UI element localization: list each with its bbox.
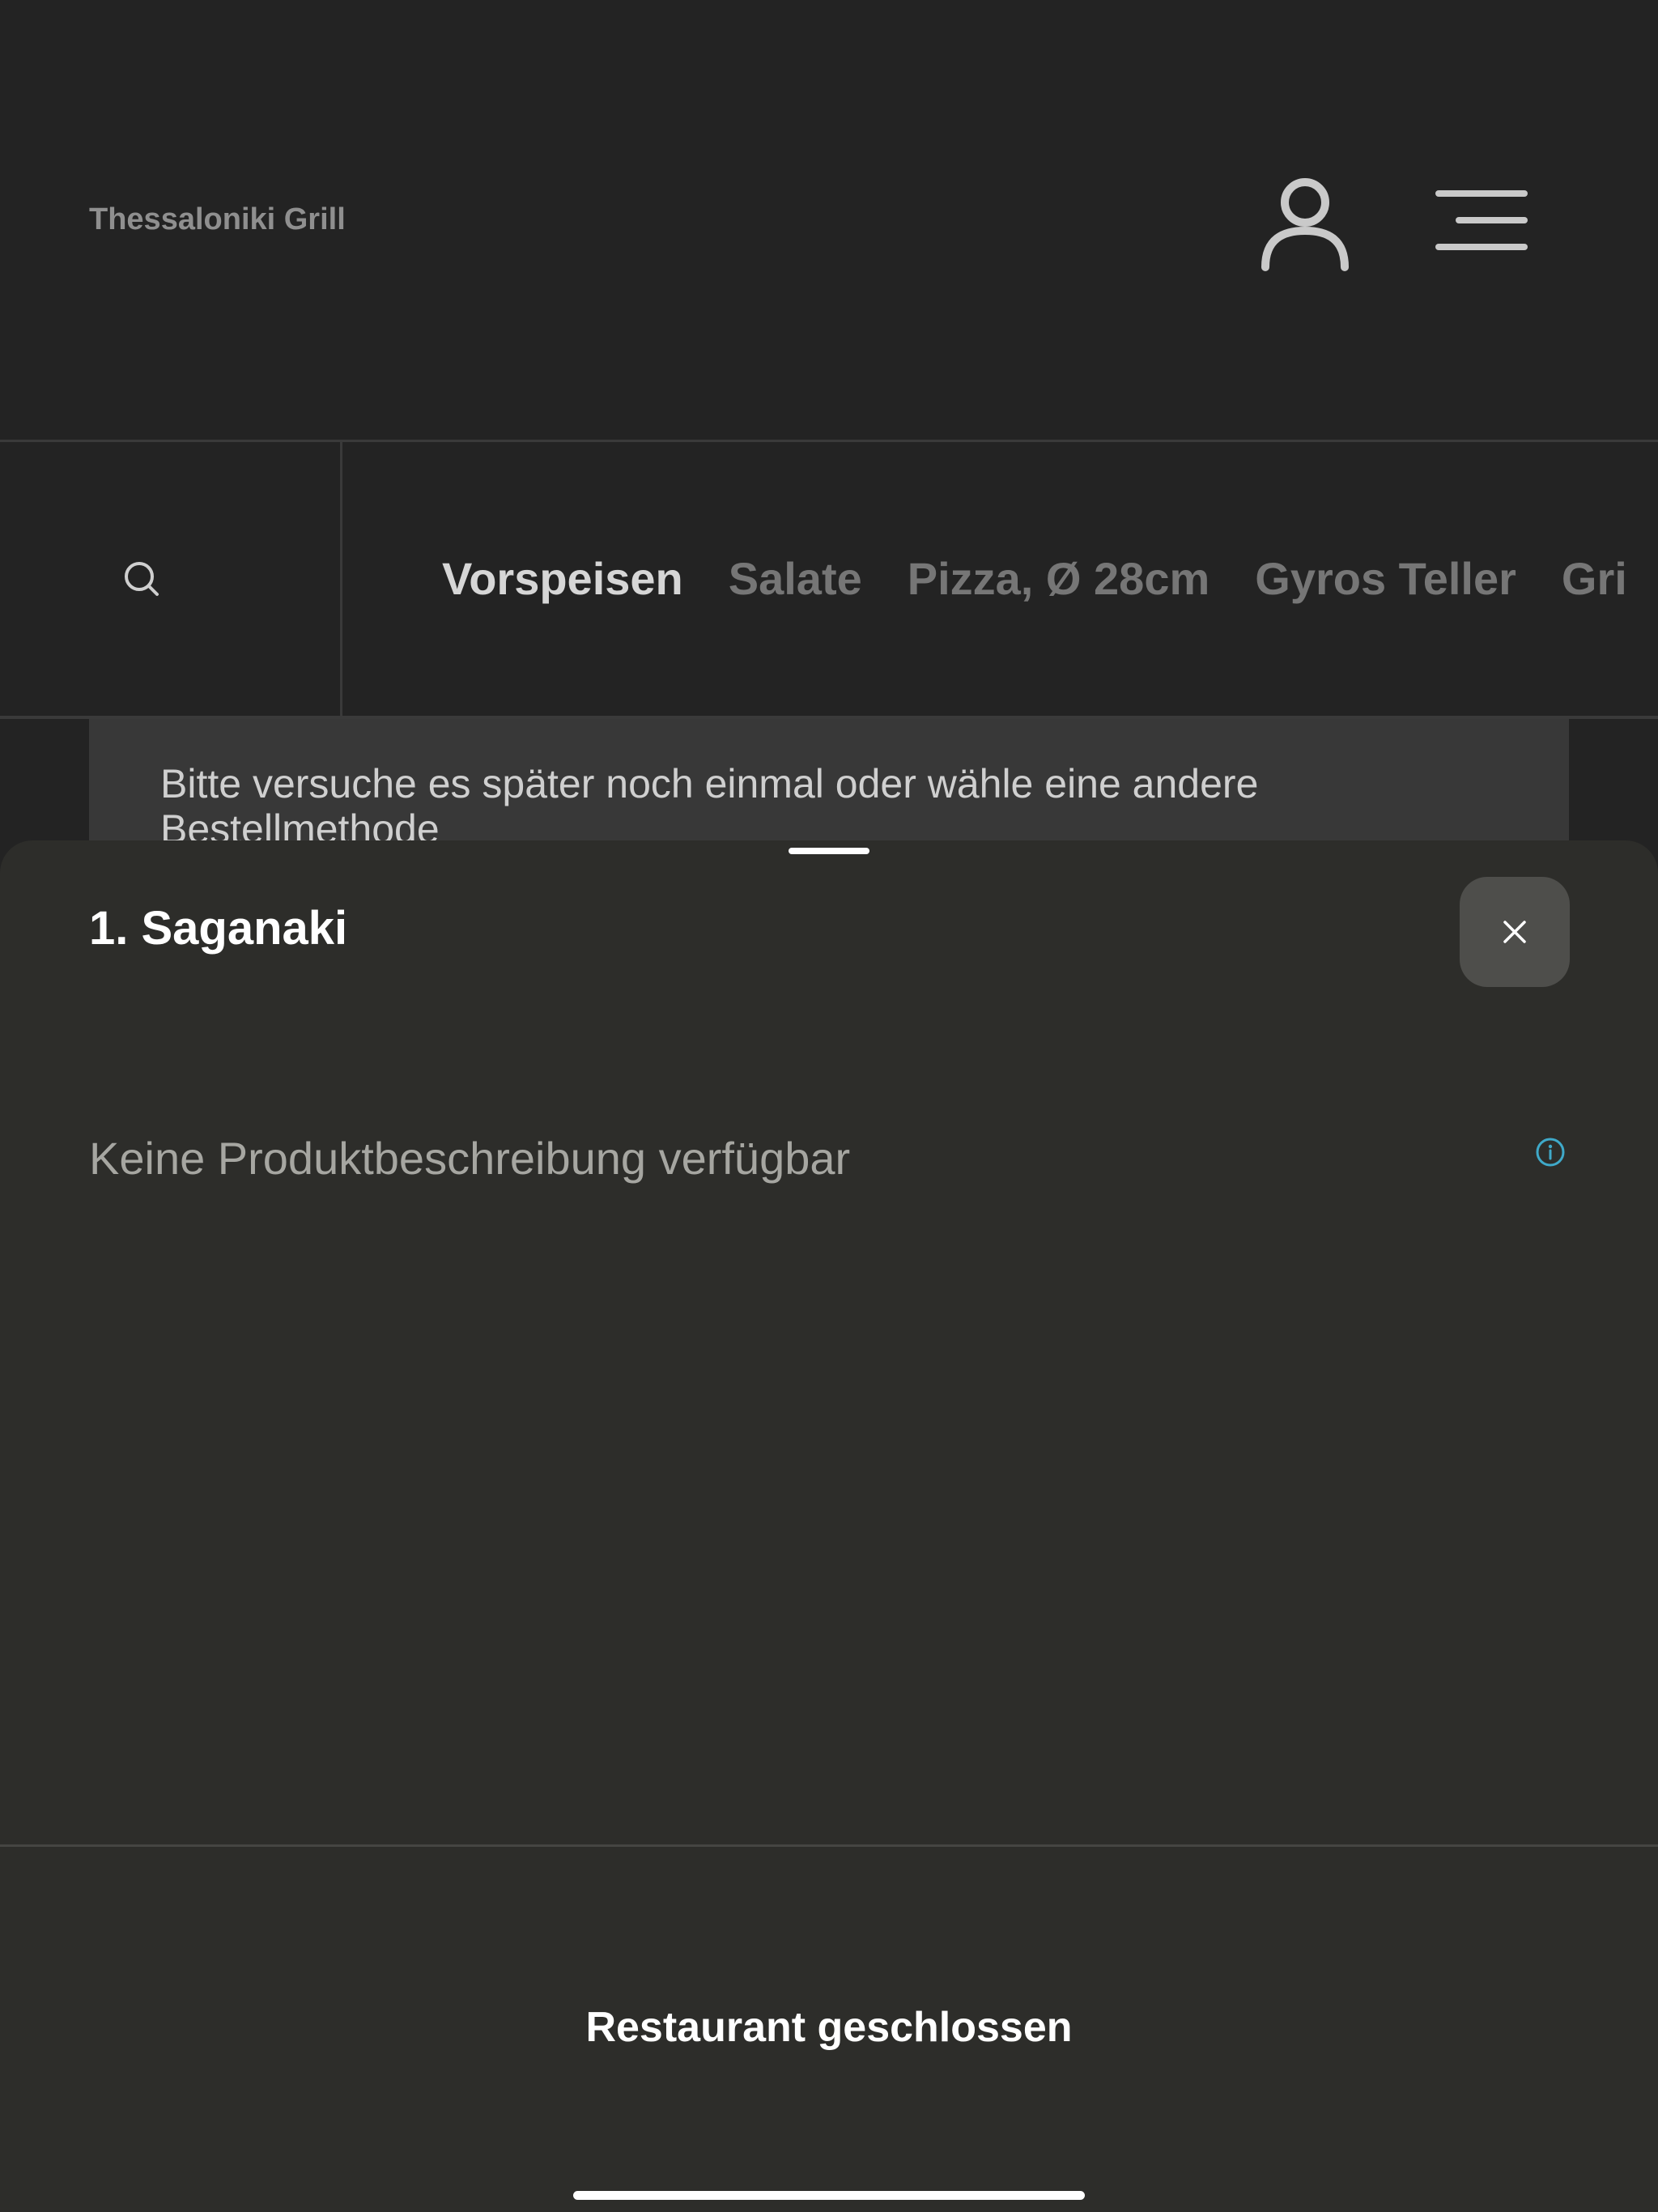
sheet-footer-divider: [0, 1844, 1658, 1847]
app-screen: Thessaloniki Grill Vorspeisen Salate Piz…: [0, 0, 1658, 2212]
product-description: Keine Produktbeschreibung verfügbar: [89, 1133, 851, 1184]
hamburger-menu-icon: [1435, 190, 1528, 250]
tab-vorspeisen[interactable]: Vorspeisen: [442, 552, 683, 605]
person-icon: [1261, 178, 1349, 271]
info-button[interactable]: [1535, 1137, 1566, 1168]
info-icon: [1536, 1138, 1565, 1167]
tab-gyros-teller[interactable]: Gyros Teller: [1255, 552, 1516, 605]
search-icon: [125, 562, 159, 596]
search-button[interactable]: [120, 557, 165, 602]
restaurant-name[interactable]: Thessaloniki Grill: [89, 202, 346, 237]
menu-button[interactable]: [1435, 188, 1528, 253]
category-tabs: Vorspeisen Salate Pizza, Ø 28cm Gyros Te…: [442, 552, 1658, 605]
tab-grill[interactable]: Gri: [1562, 552, 1627, 605]
close-button[interactable]: [1460, 877, 1570, 987]
product-sheet: 1. Saganaki Keine Produktbeschreibung ve…: [0, 840, 1658, 2212]
restaurant-closed-status: Restaurant geschlossen: [585, 2004, 1073, 2051]
tab-pizza[interactable]: Pizza, Ø 28cm: [908, 552, 1210, 605]
notice-text: Bitte versuche es später noch einmal ode…: [160, 761, 1259, 849]
tab-salate[interactable]: Salate: [729, 552, 862, 605]
sheet-grabber[interactable]: [789, 848, 869, 854]
nav-divider: [340, 442, 342, 716]
close-icon: [1503, 921, 1526, 943]
header: Thessaloniki Grill: [0, 0, 1658, 442]
closed-notice-card: Bitte versuche es später noch einmal ode…: [89, 719, 1569, 849]
account-button[interactable]: [1259, 170, 1352, 271]
product-title: 1. Saganaki: [89, 902, 348, 955]
category-nav: Vorspeisen Salate Pizza, Ø 28cm Gyros Te…: [0, 442, 1658, 716]
home-indicator[interactable]: [573, 2191, 1085, 2200]
